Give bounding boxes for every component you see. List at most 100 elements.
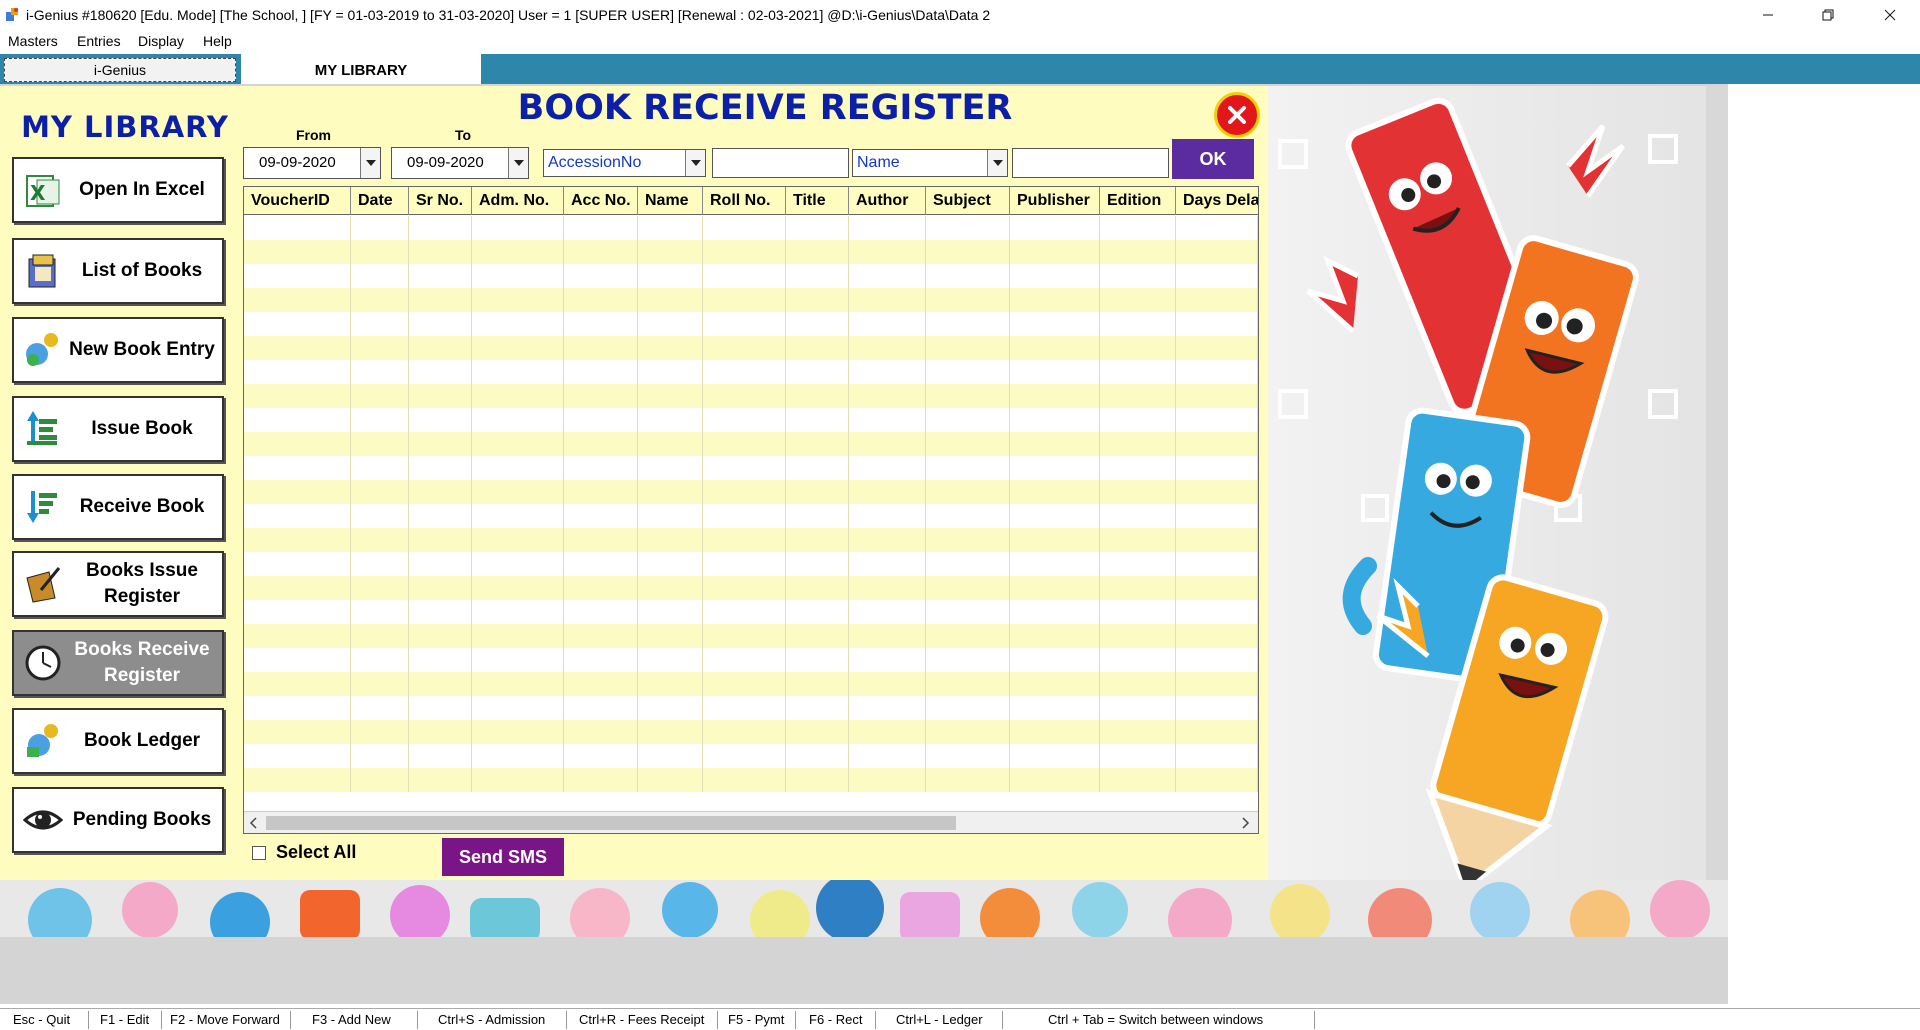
table-cell[interactable] bbox=[703, 264, 786, 288]
table-cell[interactable] bbox=[926, 456, 1010, 480]
horizontal-scrollbar[interactable] bbox=[244, 811, 1258, 833]
table-cell[interactable] bbox=[1176, 624, 1258, 648]
table-cell[interactable] bbox=[1010, 552, 1100, 576]
table-cell[interactable] bbox=[409, 696, 472, 720]
table-cell[interactable] bbox=[926, 720, 1010, 744]
table-cell[interactable] bbox=[1176, 552, 1258, 576]
table-cell[interactable] bbox=[926, 528, 1010, 552]
table-cell[interactable] bbox=[786, 576, 849, 600]
table-cell[interactable] bbox=[1176, 768, 1258, 792]
table-cell[interactable] bbox=[703, 360, 786, 384]
table-cell[interactable] bbox=[351, 240, 409, 264]
table-cell[interactable] bbox=[244, 408, 351, 432]
table-row[interactable] bbox=[244, 720, 1258, 744]
table-cell[interactable] bbox=[849, 312, 926, 336]
table-cell[interactable] bbox=[786, 264, 849, 288]
book-ledger-button[interactable]: Book Ledger bbox=[12, 708, 224, 774]
table-cell[interactable] bbox=[244, 384, 351, 408]
table-cell[interactable] bbox=[1010, 720, 1100, 744]
table-cell[interactable] bbox=[409, 456, 472, 480]
table-cell[interactable] bbox=[1100, 312, 1176, 336]
menu-masters[interactable]: Masters bbox=[8, 33, 58, 49]
search-value-input-2[interactable] bbox=[1012, 148, 1169, 178]
table-cell[interactable] bbox=[926, 384, 1010, 408]
to-date-dropdown[interactable] bbox=[508, 148, 528, 178]
table-cell[interactable] bbox=[1176, 480, 1258, 504]
table-cell[interactable] bbox=[786, 696, 849, 720]
table-cell[interactable] bbox=[849, 288, 926, 312]
table-cell[interactable] bbox=[1176, 384, 1258, 408]
table-cell[interactable] bbox=[638, 528, 703, 552]
table-cell[interactable] bbox=[849, 240, 926, 264]
table-cell[interactable] bbox=[703, 216, 786, 240]
table-cell[interactable] bbox=[564, 480, 638, 504]
table-cell[interactable] bbox=[638, 744, 703, 768]
table-cell[interactable] bbox=[564, 408, 638, 432]
table-cell[interactable] bbox=[409, 288, 472, 312]
pending-books-button[interactable]: Pending Books bbox=[12, 787, 224, 853]
table-cell[interactable] bbox=[638, 240, 703, 264]
table-cell[interactable] bbox=[786, 744, 849, 768]
table-cell[interactable] bbox=[244, 216, 351, 240]
table-cell[interactable] bbox=[564, 432, 638, 456]
table-cell[interactable] bbox=[1100, 576, 1176, 600]
table-cell[interactable] bbox=[472, 696, 564, 720]
table-cell[interactable] bbox=[849, 264, 926, 288]
table-cell[interactable] bbox=[1100, 480, 1176, 504]
column-acc-no[interactable]: Acc No. bbox=[564, 187, 638, 215]
grid-body[interactable] bbox=[244, 216, 1258, 799]
table-cell[interactable] bbox=[472, 480, 564, 504]
table-cell[interactable] bbox=[638, 600, 703, 624]
search-field-select-2[interactable]: Name bbox=[852, 149, 1008, 177]
table-cell[interactable] bbox=[351, 264, 409, 288]
table-cell[interactable] bbox=[1100, 624, 1176, 648]
table-cell[interactable] bbox=[244, 264, 351, 288]
table-cell[interactable] bbox=[849, 384, 926, 408]
table-cell[interactable] bbox=[1010, 216, 1100, 240]
table-cell[interactable] bbox=[703, 672, 786, 696]
table-cell[interactable] bbox=[1010, 360, 1100, 384]
table-cell[interactable] bbox=[409, 240, 472, 264]
table-cell[interactable] bbox=[849, 408, 926, 432]
from-date-dropdown[interactable] bbox=[360, 148, 380, 178]
table-cell[interactable] bbox=[244, 600, 351, 624]
table-cell[interactable] bbox=[926, 768, 1010, 792]
table-cell[interactable] bbox=[703, 336, 786, 360]
table-cell[interactable] bbox=[1176, 264, 1258, 288]
table-cell[interactable] bbox=[472, 384, 564, 408]
table-cell[interactable] bbox=[351, 288, 409, 312]
table-cell[interactable] bbox=[409, 312, 472, 336]
table-cell[interactable] bbox=[1010, 576, 1100, 600]
table-cell[interactable] bbox=[1100, 528, 1176, 552]
table-cell[interactable] bbox=[244, 456, 351, 480]
table-row[interactable] bbox=[244, 744, 1258, 768]
books-receive-register-button[interactable]: Books Receive Register bbox=[12, 630, 224, 696]
table-cell[interactable] bbox=[1176, 312, 1258, 336]
table-cell[interactable] bbox=[703, 528, 786, 552]
table-cell[interactable] bbox=[1010, 288, 1100, 312]
table-row[interactable] bbox=[244, 600, 1258, 624]
table-cell[interactable] bbox=[926, 648, 1010, 672]
table-cell[interactable] bbox=[1010, 408, 1100, 432]
table-cell[interactable] bbox=[472, 552, 564, 576]
column-edition[interactable]: Edition bbox=[1100, 187, 1176, 215]
table-cell[interactable] bbox=[1100, 672, 1176, 696]
table-cell[interactable] bbox=[244, 672, 351, 696]
table-cell[interactable] bbox=[786, 480, 849, 504]
table-cell[interactable] bbox=[564, 288, 638, 312]
table-row[interactable] bbox=[244, 264, 1258, 288]
table-cell[interactable] bbox=[926, 336, 1010, 360]
column-sr-no[interactable]: Sr No. bbox=[409, 187, 472, 215]
table-cell[interactable] bbox=[1100, 696, 1176, 720]
menu-entries[interactable]: Entries bbox=[77, 33, 121, 49]
table-cell[interactable] bbox=[926, 552, 1010, 576]
table-cell[interactable] bbox=[638, 336, 703, 360]
table-cell[interactable] bbox=[1010, 336, 1100, 360]
table-cell[interactable] bbox=[351, 672, 409, 696]
table-cell[interactable] bbox=[703, 768, 786, 792]
table-row[interactable] bbox=[244, 240, 1258, 264]
table-cell[interactable] bbox=[409, 336, 472, 360]
table-cell[interactable] bbox=[472, 216, 564, 240]
table-cell[interactable] bbox=[786, 528, 849, 552]
table-cell[interactable] bbox=[1100, 336, 1176, 360]
